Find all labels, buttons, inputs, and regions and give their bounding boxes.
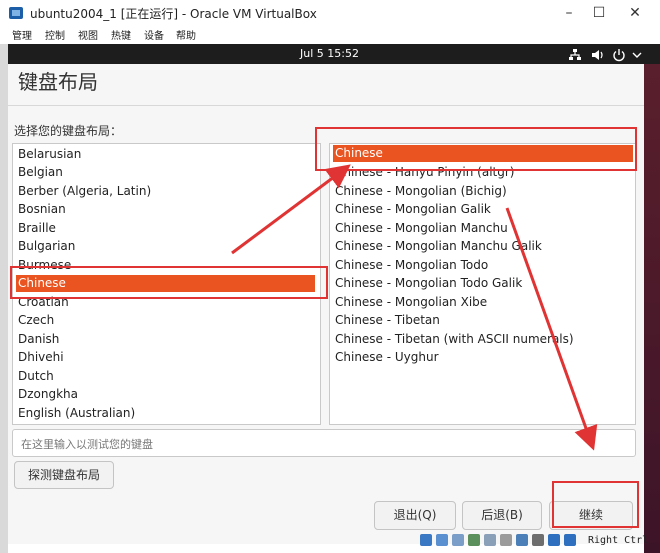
arrow-to-variant bbox=[231, 164, 351, 255]
arrow-to-continue bbox=[505, 207, 598, 451]
annotation-arrows bbox=[231, 164, 598, 451]
